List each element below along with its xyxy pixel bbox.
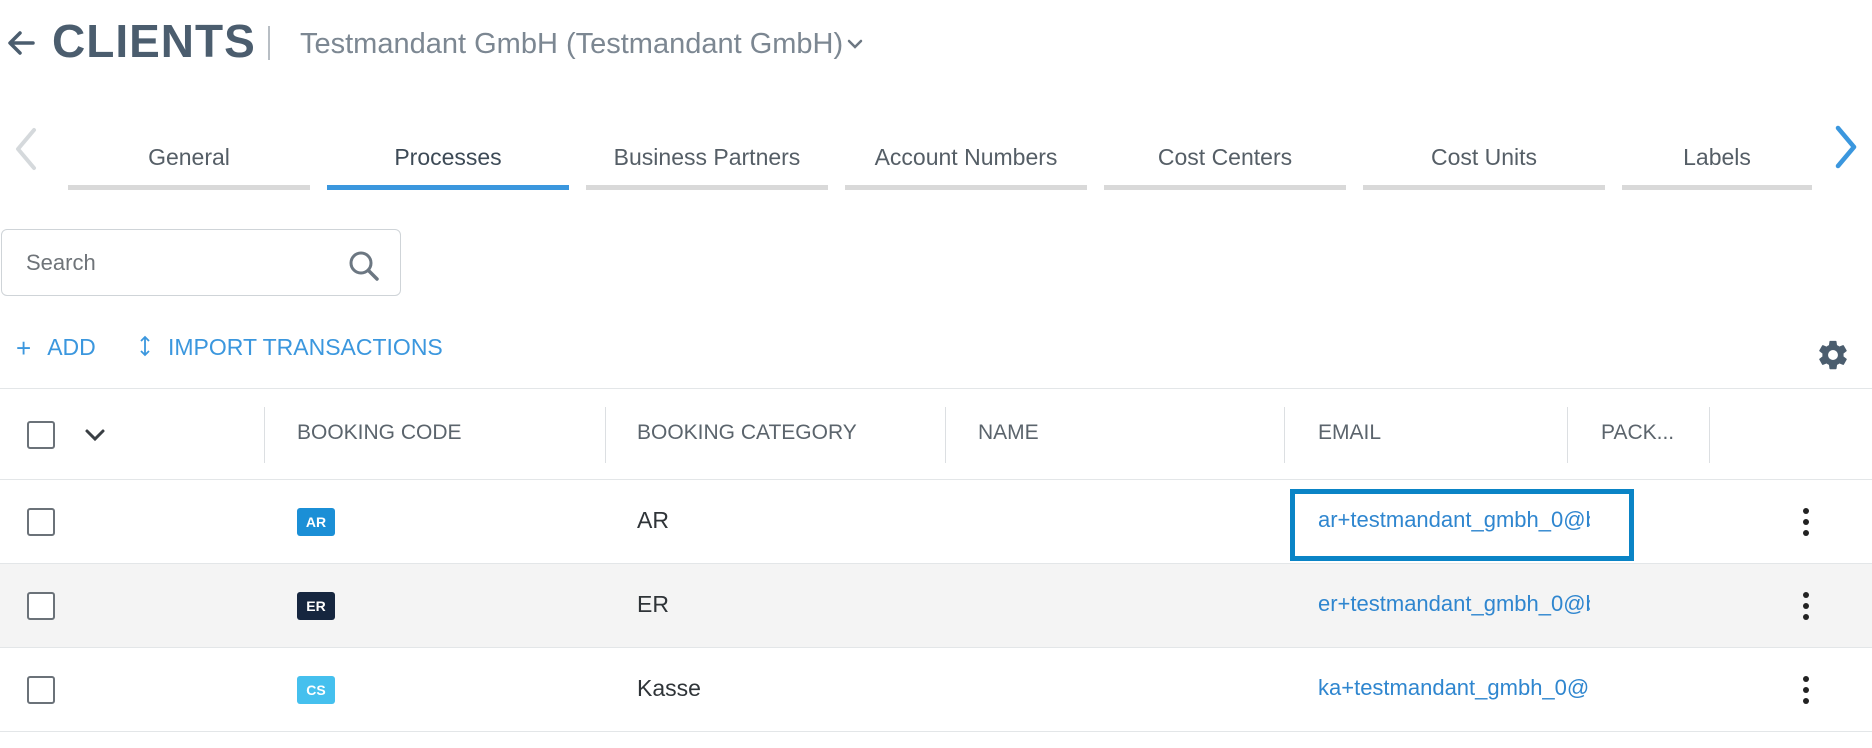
chevron-down-icon[interactable] <box>84 427 106 443</box>
row-checkbox[interactable] <box>27 592 55 620</box>
column-separator <box>1567 407 1568 463</box>
column-header-email[interactable]: EMAIL <box>1318 421 1381 445</box>
plus-icon: + <box>16 332 32 363</box>
tab-business-partners[interactable]: Business Partners <box>586 140 828 190</box>
table-row[interactable]: CS Kasse ka+testmandant_gmbh_0@b <box>0 648 1872 732</box>
booking-category-cell: Kasse <box>637 675 701 701</box>
tab-cost-centers[interactable]: Cost Centers <box>1104 140 1346 190</box>
tabs-scroll-left-icon[interactable] <box>10 126 44 172</box>
tab-general[interactable]: General <box>68 140 310 190</box>
search-input[interactable] <box>24 244 328 282</box>
column-separator <box>264 407 265 463</box>
column-separator <box>1709 407 1710 463</box>
page-title: CLIENTS <box>52 15 256 67</box>
tab-labels[interactable]: Labels <box>1622 140 1812 190</box>
chevron-down-icon[interactable] <box>846 36 864 52</box>
add-button[interactable]: + ADD <box>16 334 96 361</box>
back-arrow-icon[interactable] <box>6 26 36 60</box>
tab-account-numbers[interactable]: Account Numbers <box>845 140 1087 190</box>
email-link[interactable]: er+testmandant_gmbh_0@b <box>1318 591 1590 617</box>
booking-category-cell: ER <box>637 591 669 617</box>
select-all-checkbox[interactable] <box>27 421 55 449</box>
column-header-booking-code[interactable]: BOOKING CODE <box>297 421 462 445</box>
import-transactions-button[interactable]: IMPORT TRANSACTIONS <box>138 334 443 361</box>
search-icon[interactable] <box>348 250 380 282</box>
table-row[interactable]: ER ER er+testmandant_gmbh_0@b <box>0 564 1872 648</box>
email-link[interactable]: ka+testmandant_gmbh_0@b <box>1318 675 1590 701</box>
row-checkbox[interactable] <box>27 508 55 536</box>
tab-processes[interactable]: Processes <box>327 140 569 190</box>
tab-cost-units[interactable]: Cost Units <box>1363 140 1605 190</box>
booking-code-badge: CS <box>297 676 335 704</box>
import-transactions-label: IMPORT TRANSACTIONS <box>168 334 443 360</box>
column-header-booking-category[interactable]: BOOKING CATEGORY <box>637 421 857 445</box>
column-header-package[interactable]: PACK... <box>1601 421 1674 445</box>
column-header-name[interactable]: NAME <box>978 421 1039 445</box>
more-vertical-icon[interactable] <box>1796 504 1816 540</box>
booking-code-badge: ER <box>297 592 335 620</box>
more-vertical-icon[interactable] <box>1796 588 1816 624</box>
client-selector[interactable]: Testmandant GmbH (Testmandant GmbH) <box>300 28 843 61</box>
import-arrows-icon <box>138 335 152 361</box>
gear-icon[interactable] <box>1816 338 1850 372</box>
column-separator <box>1284 407 1285 463</box>
table-header-row: BOOKING CODE BOOKING CATEGORY NAME EMAIL… <box>0 388 1872 480</box>
focused-cell-highlight <box>1290 489 1634 561</box>
search-box <box>1 229 401 296</box>
booking-code-badge: AR <box>297 508 335 536</box>
more-vertical-icon[interactable] <box>1796 672 1816 708</box>
add-button-label: ADD <box>47 334 96 360</box>
row-checkbox[interactable] <box>27 676 55 704</box>
header-divider <box>268 26 270 60</box>
tabs-scroll-right-icon[interactable] <box>1828 124 1862 170</box>
booking-category-cell: AR <box>637 507 669 533</box>
column-separator <box>605 407 606 463</box>
page-header: CLIENTS Testmandant GmbH (Testmandant Gm… <box>0 0 1872 96</box>
column-separator <box>945 407 946 463</box>
